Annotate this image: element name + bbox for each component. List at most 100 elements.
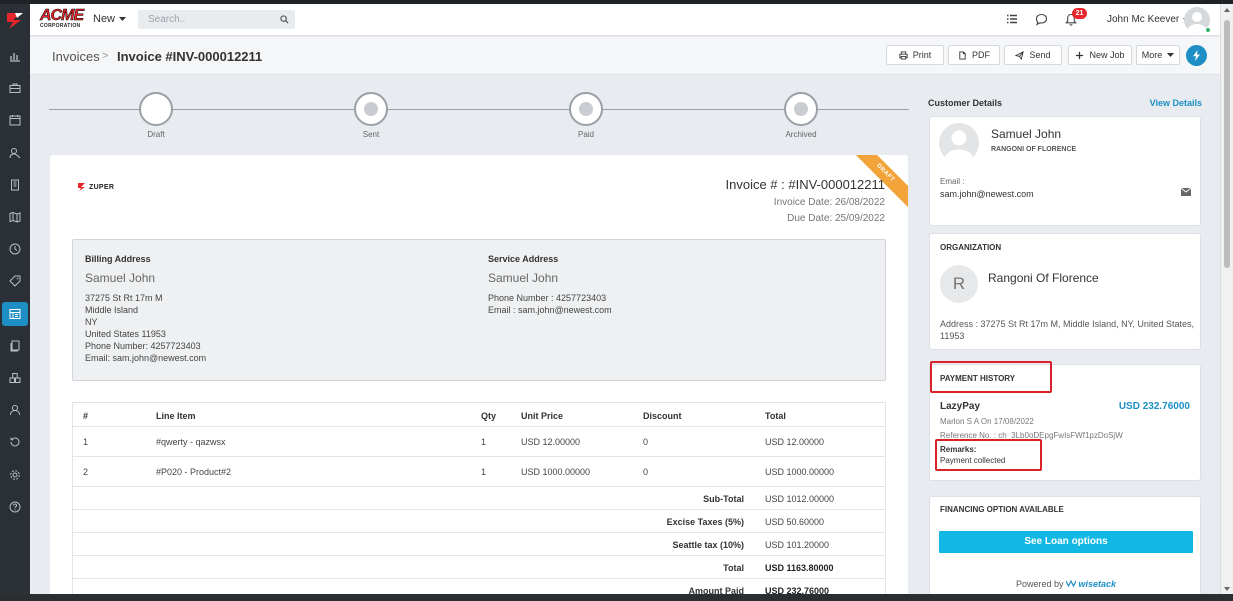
billing-line: United States 11953 — [85, 329, 166, 339]
search-icon[interactable] — [280, 15, 289, 24]
briefcase-icon[interactable] — [0, 76, 30, 100]
seattle-tax-row: Seattle tax (10%) USD 101.20000 — [72, 533, 886, 556]
reports-icon[interactable] — [0, 44, 30, 68]
discount: 0 — [643, 437, 649, 447]
billing-line: 37275 St Rt 17m M — [85, 293, 163, 303]
chat-icon[interactable] — [1035, 13, 1048, 26]
step-draft: Draft — [111, 92, 201, 139]
sidebar — [0, 4, 30, 594]
new-dropdown-button[interactable]: New — [93, 13, 127, 25]
online-status-dot — [1205, 27, 1211, 33]
paper-plane-icon — [1015, 50, 1025, 60]
caret-down-icon — [1167, 53, 1175, 57]
map-icon[interactable] — [0, 205, 30, 229]
table-row[interactable]: 1 #qwerty - qazwsx 1 USD 12.00000 0 USD … — [72, 427, 886, 457]
due-date: Due Date: 25/09/2022 — [787, 213, 885, 224]
row-number: 2 — [83, 467, 89, 477]
breadcrumb-invoices-link[interactable]: Invoices — [52, 49, 100, 64]
building-icon[interactable] — [0, 173, 30, 197]
step-circle — [139, 92, 173, 126]
plus-icon — [1076, 51, 1084, 59]
new-job-button[interactable]: New Job — [1068, 45, 1132, 65]
zuper-logo-icon — [78, 183, 85, 191]
check-icon — [148, 103, 164, 115]
billing-address: Billing Address Samuel John 37275 St Rt … — [85, 254, 206, 364]
customer-email: sam.john@newest.com — [940, 189, 1034, 199]
invoice-number: Invoice # : #INV-000012211 — [725, 177, 886, 192]
totals-label: Total — [723, 563, 744, 573]
page-header: Invoices > Invoice #INV-000012211 Print … — [30, 37, 1220, 75]
line-items-table: # Line Item Qty Unit Price Discount Tota… — [72, 402, 886, 601]
billing-address-heading: Billing Address — [85, 254, 151, 264]
quick-action-button[interactable] — [1186, 45, 1207, 66]
invoice-document: ZUPER DRAFT Invoice # : #INV-000012211 I… — [50, 155, 908, 601]
billing-line: NY — [85, 317, 98, 327]
powered-by-label: Powered by — [1015, 579, 1064, 589]
totals-value: USD 1163.80000 — [765, 563, 834, 573]
acme-logo[interactable]: ACME CORPORATION — [40, 7, 86, 30]
zuper-brand-icon[interactable] — [4, 10, 26, 32]
see-loan-options-button[interactable]: See Loan options — [939, 531, 1193, 553]
user-icon[interactable] — [0, 398, 30, 422]
list-icon[interactable] — [1006, 13, 1018, 25]
more-label: More — [1141, 50, 1163, 60]
step-label: Sent — [362, 130, 380, 139]
scroll-up-arrow-icon[interactable] — [1224, 8, 1230, 12]
totals-value: USD 101.20000 — [765, 540, 830, 550]
payment-amount: USD 232.76000 — [1118, 401, 1190, 412]
line-total: USD 1000.00000 — [765, 467, 835, 477]
company-logo: ZUPER — [77, 182, 114, 192]
new-job-label: New Job — [1089, 50, 1125, 60]
tag-icon[interactable] — [0, 269, 30, 293]
print-button[interactable]: Print — [886, 45, 944, 65]
customer-name[interactable]: Samuel John — [991, 127, 1061, 141]
organization-name[interactable]: Rangoni Of Florence — [988, 271, 1099, 285]
user-menu[interactable]: John Mc Keever — [1107, 14, 1191, 25]
customer-avatar — [939, 123, 979, 163]
customer-search-icon[interactable] — [0, 141, 30, 165]
customer-card: Samuel John RANGONI OF FLORENCE Email : … — [929, 116, 1201, 226]
documents-icon[interactable] — [0, 334, 30, 358]
avatar-person-icon — [944, 130, 974, 163]
table-row[interactable]: 2 #P020 - Product#2 1 USD 1000.00000 0 U… — [72, 457, 886, 487]
envelope-icon[interactable] — [1181, 188, 1191, 196]
send-label: Send — [1029, 50, 1051, 60]
search-input[interactable] — [138, 10, 295, 29]
unit-price: USD 12.00000 — [521, 437, 581, 447]
payment-history-card: PAYMENT HISTORY LazyPay USD 232.76000 Ma… — [929, 361, 1201, 481]
printer-icon — [899, 50, 908, 60]
invoice-icon[interactable] — [2, 302, 28, 326]
pdf-button[interactable]: PDF — [948, 45, 1000, 65]
column-header: Qty — [481, 411, 497, 421]
help-icon[interactable] — [0, 495, 30, 519]
step-paid: Paid — [541, 92, 631, 139]
settings-gear-icon[interactable] — [0, 463, 30, 487]
history-icon[interactable] — [0, 430, 30, 454]
totals-label: Seattle tax (10%) — [672, 540, 744, 550]
scroll-down-arrow-icon[interactable] — [1224, 587, 1230, 591]
send-button[interactable]: Send — [1004, 45, 1062, 65]
scrollbar-thumb[interactable] — [1224, 20, 1230, 268]
payment-recorded-by: Marlon S A On 17/08/2022 — [940, 417, 1034, 426]
address-panel: Billing Address Samuel John 37275 St Rt … — [72, 239, 886, 381]
step-inner-dot — [364, 102, 378, 116]
user-name: John Mc Keever — [1107, 14, 1180, 25]
customer-organization: RANGONI OF FLORENCE — [991, 146, 1077, 153]
powered-by-partner: wisetack — [1078, 579, 1117, 589]
page-scrollbar[interactable] — [1220, 4, 1233, 594]
print-label: Print — [912, 50, 932, 60]
boxes-icon[interactable] — [0, 366, 30, 390]
new-label: New — [93, 13, 116, 25]
total-row: Total USD 1163.80000 — [72, 556, 886, 579]
service-address-heading: Service Address — [488, 254, 559, 264]
step-label: Paid — [577, 130, 594, 139]
notification-badge: 21 — [1072, 8, 1087, 19]
billing-line: Middle Island — [85, 305, 139, 315]
calendar-icon[interactable] — [0, 108, 30, 132]
view-details-link[interactable]: View Details — [1150, 98, 1202, 108]
clock-icon[interactable] — [0, 237, 30, 261]
invoice-status-stepper: Draft Sent Paid Archived — [49, 92, 909, 142]
more-dropdown-button[interactable]: More — [1136, 45, 1180, 65]
logo-subtext: CORPORATION — [40, 23, 81, 29]
financing-heading: FINANCING OPTION AVAILABLE — [940, 505, 1064, 514]
